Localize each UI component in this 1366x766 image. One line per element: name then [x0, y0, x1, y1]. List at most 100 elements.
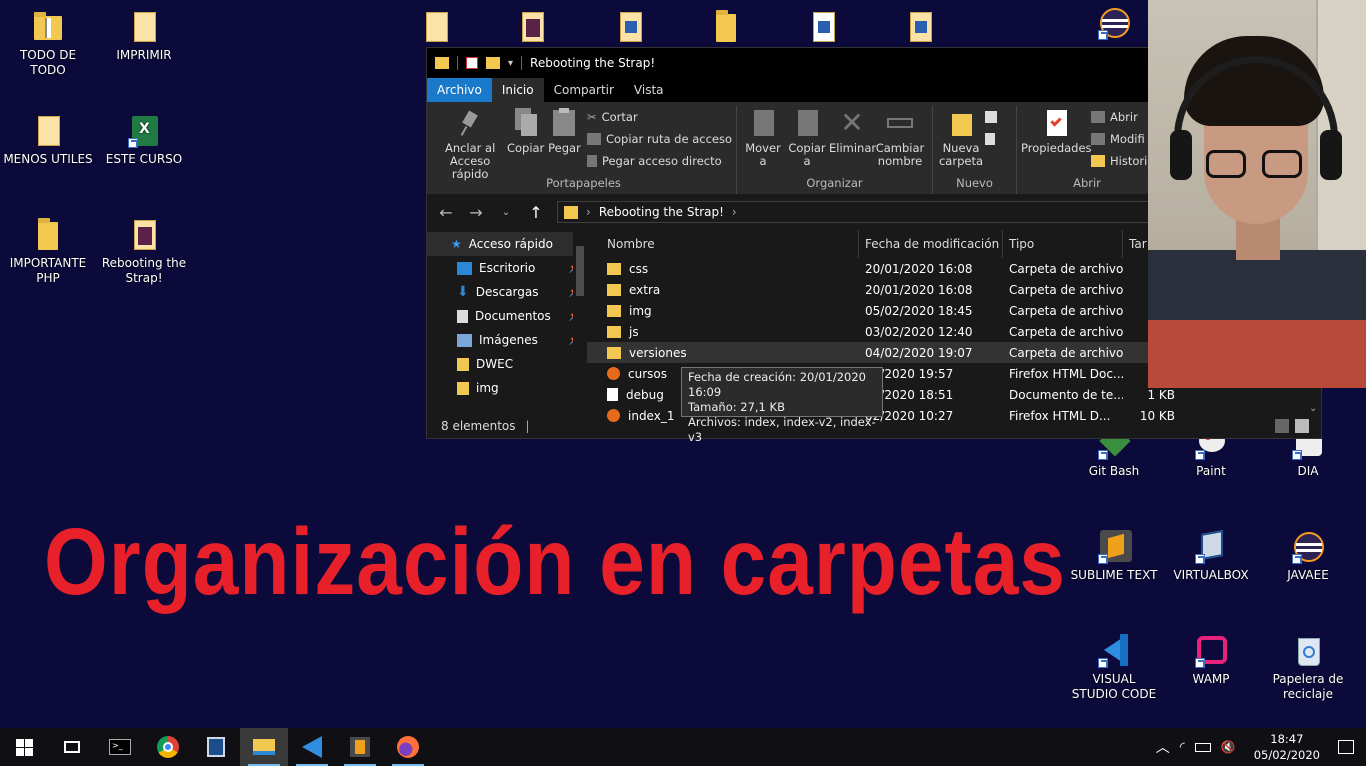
clock-time: 18:47: [1270, 732, 1304, 746]
tab-vista[interactable]: Vista: [624, 78, 674, 102]
desktop-icon-label: VIRTUALBOX: [1173, 568, 1249, 582]
taskbar-sublime-text[interactable]: [336, 728, 384, 766]
scroll-down-icon[interactable]: ⌄: [1309, 403, 1317, 414]
desktop-icon-label: SUBLIME TEXT: [1070, 568, 1158, 582]
recycle-bin-icon: [1292, 634, 1324, 668]
taskbar-terminal[interactable]: >_: [96, 728, 144, 766]
desktop-icon-top-4[interactable]: [680, 10, 772, 48]
wifi-icon[interactable]: ◜: [1180, 740, 1185, 755]
taskbar-chrome[interactable]: [144, 728, 192, 766]
new-item-icon[interactable]: [985, 108, 997, 125]
navigation-pane[interactable]: ★Acceso rápido Escritorio📌 ⬇Descargas📌 D…: [427, 232, 587, 416]
new-group-label: Nuevo: [956, 176, 993, 190]
desktop-icon-rebooting-the-strap[interactable]: Rebooting the Strap!: [98, 218, 190, 286]
delete-icon: ✕: [840, 106, 864, 139]
taskbar-vscode[interactable]: [288, 728, 336, 766]
copy-icon: [513, 108, 539, 138]
desktop-icon-label: DIA: [1297, 464, 1319, 478]
desktop-icon-sublime-text[interactable]: SUBLIME TEXT: [1068, 530, 1160, 583]
file-type: Carpeta de archivos: [1009, 282, 1123, 297]
desktop-icon-wamp[interactable]: WAMP: [1165, 634, 1257, 687]
tab-archivo[interactable]: Archivo: [427, 78, 492, 102]
cut-button[interactable]: ✂ Cortar: [587, 108, 732, 125]
new-folder-quick-icon[interactable]: [486, 57, 500, 69]
nav-item-quick-access[interactable]: ★ Acceso rápido: [427, 232, 587, 256]
desktop-icon-este-curso[interactable]: ESTE CURSO: [98, 114, 190, 167]
taskbar-file-explorer[interactable]: [240, 728, 288, 766]
file-type: Carpeta de archivos: [1009, 345, 1123, 360]
desktop-icon-eclipse-top[interactable]: [1068, 6, 1160, 44]
desktop-icon-javaee[interactable]: JAVAEE: [1262, 530, 1354, 583]
notifications-icon[interactable]: [1338, 740, 1354, 754]
nav-item-descargas[interactable]: ⬇Descargas📌: [427, 280, 587, 304]
task-view-button[interactable]: [48, 728, 96, 766]
excel-icon: [128, 114, 160, 148]
folder-icon: [564, 205, 578, 219]
details-view-icon[interactable]: [1275, 419, 1289, 433]
folder-docs-icon: [516, 10, 548, 44]
show-hidden-icons-chevron-icon[interactable]: ︿: [1156, 737, 1170, 757]
desktop-icon-top-3[interactable]: [584, 10, 676, 48]
easy-access-icon[interactable]: [985, 130, 997, 147]
open-button[interactable]: Abrir: [1091, 108, 1154, 125]
desktop-icon-top-5[interactable]: [777, 10, 869, 48]
desktop-icon-virtualbox[interactable]: VIRTUALBOX: [1165, 530, 1257, 583]
new-group: Nueva carpeta Nuevo: [933, 106, 1017, 194]
battery-icon[interactable]: [1194, 742, 1211, 752]
back-arrow-icon[interactable]: ←: [437, 203, 455, 222]
desktop-icon-importante-php[interactable]: IMPORTANTE PHP: [2, 218, 94, 286]
system-tray: ︿ ◜ 🔇 18:47 05/02/2020: [1156, 728, 1366, 766]
copy-path-button[interactable]: Copiar ruta de acceso: [586, 130, 732, 147]
nav-pane-scrollbar[interactable]: [573, 232, 587, 416]
modify-button[interactable]: Modifi: [1091, 130, 1154, 147]
tab-inicio[interactable]: Inicio: [491, 78, 544, 102]
wamp-icon: [1195, 634, 1227, 668]
nav-item-dwec[interactable]: DWEC: [427, 352, 587, 376]
nav-item-img[interactable]: img: [427, 376, 587, 400]
file-name: css: [629, 261, 649, 276]
taskbar: >_ ︿ ◜ 🔇 18:47 05/02/2020: [0, 728, 1366, 766]
file-name: cursos: [628, 366, 667, 381]
folder-docs-icon: [904, 10, 936, 44]
eclipse-icon: [1292, 530, 1324, 564]
desktop-icon-menos-utiles[interactable]: MENOS UTILES: [2, 114, 94, 167]
folder-icon: [32, 218, 64, 252]
paste-shortcut-button[interactable]: Pegar acceso directo: [586, 152, 732, 169]
quick-access-dropdown-icon[interactable]: ▾: [508, 58, 513, 69]
large-icons-view-icon[interactable]: [1295, 419, 1309, 433]
desktop-icon-imprimir[interactable]: IMPRIMIR: [98, 10, 190, 63]
desktop-icon-top-2[interactable]: [486, 10, 578, 48]
paste-icon: [551, 108, 577, 138]
desktop-icon-label: Papelera de reciclaje: [1272, 672, 1344, 701]
forward-arrow-icon[interactable]: →: [467, 203, 485, 222]
desktop-icon-top-6[interactable]: [874, 10, 966, 48]
column-header-modified[interactable]: Fecha de modificación: [859, 230, 1003, 258]
history-button[interactable]: Historia: [1091, 152, 1154, 169]
column-header-name[interactable]: Nombre: [587, 230, 859, 258]
taskbar-firefox[interactable]: [384, 728, 432, 766]
nav-item-imagenes[interactable]: Imágenes📌: [427, 328, 587, 352]
breadcrumb-current[interactable]: Rebooting the Strap!: [599, 205, 724, 219]
desktop-icon-top-1[interactable]: [390, 10, 482, 48]
breadcrumb-chevron-icon[interactable]: ›: [732, 205, 737, 219]
desktop-icon-vscode[interactable]: VISUAL STUDIO CODE: [1068, 634, 1160, 702]
taskbar-virtualbox[interactable]: [192, 728, 240, 766]
desktop-icon-recycle-bin[interactable]: Papelera de reciclaje: [1262, 634, 1354, 702]
edit-icon: [1091, 132, 1105, 145]
up-arrow-icon[interactable]: ↑: [527, 203, 545, 222]
breadcrumb-separator-icon: ›: [586, 205, 591, 219]
desktop-icon-todo-de-todo[interactable]: TODO DE TODO: [2, 10, 94, 78]
clock[interactable]: 18:47 05/02/2020: [1246, 731, 1328, 763]
nav-item-escritorio[interactable]: Escritorio📌: [427, 256, 587, 280]
windows-logo-icon: [15, 738, 33, 756]
column-header-type[interactable]: Tipo: [1003, 230, 1123, 258]
folder-icon: [607, 346, 621, 359]
nav-item-documentos[interactable]: Documentos📌: [427, 304, 587, 328]
tab-compartir[interactable]: Compartir: [544, 78, 624, 102]
recent-locations-chevron-icon[interactable]: ⌄: [497, 207, 515, 218]
volume-muted-icon[interactable]: 🔇: [1221, 740, 1236, 754]
start-button[interactable]: [0, 728, 48, 766]
pictures-icon: [457, 333, 472, 347]
open-icon: [1091, 110, 1105, 123]
properties-quick-icon[interactable]: [466, 57, 478, 69]
